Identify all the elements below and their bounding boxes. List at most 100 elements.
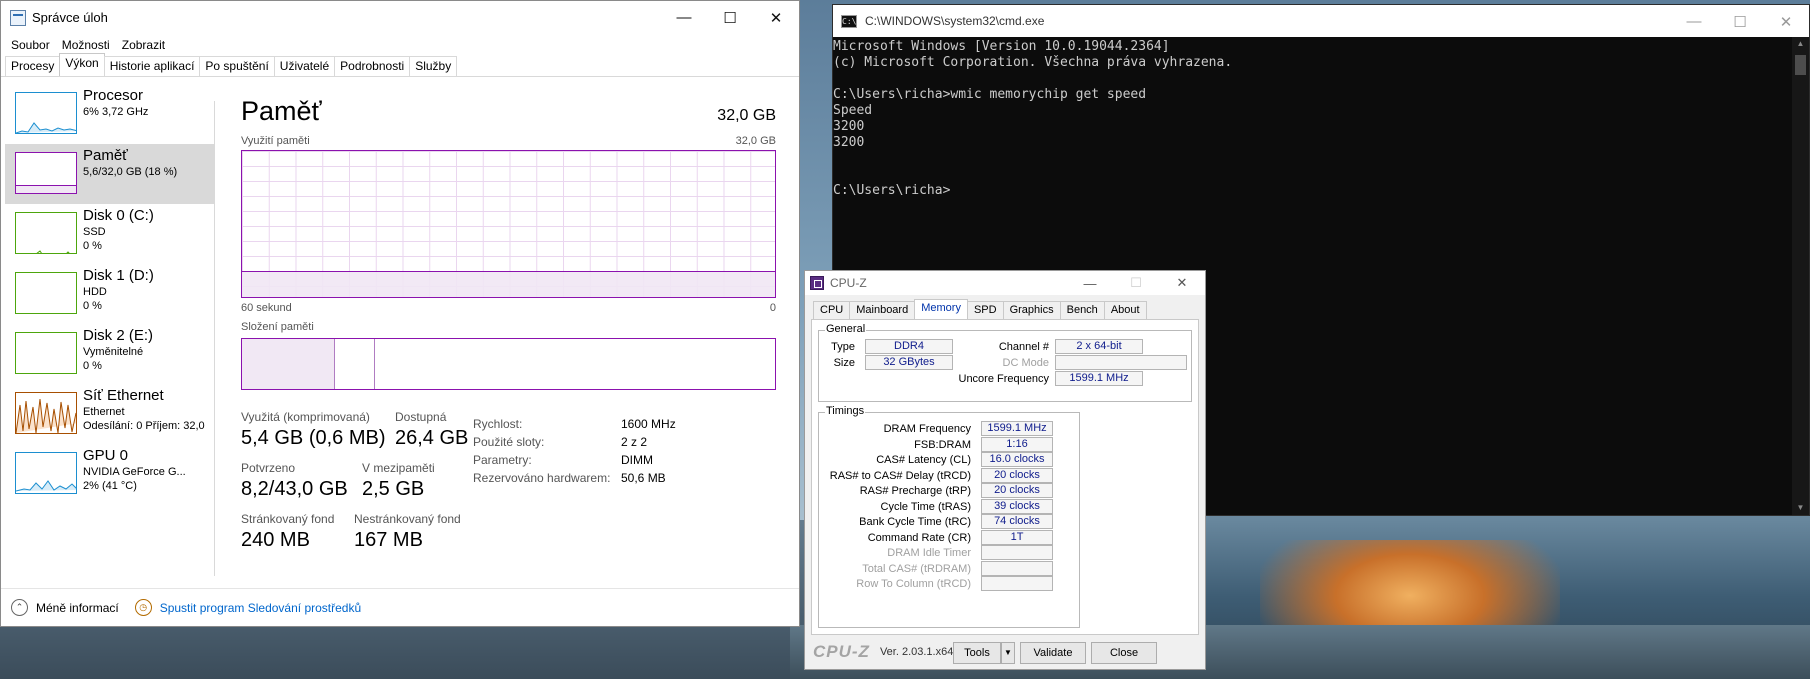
gpu-thumbnail-graph: [15, 452, 77, 494]
prop-key: Použité sloty:: [473, 435, 545, 449]
tab-graphics[interactable]: Graphics: [1002, 301, 1061, 319]
sidebar-item-ethernet[interactable]: Síť Ethernet Ethernet Odesílání: 0 Příje…: [5, 384, 215, 444]
timing-label: CAS# Latency (CL): [876, 454, 971, 466]
wallpaper-sea: [1190, 515, 1810, 679]
general-group: General Type DDR4 Size 32 GBytes Channel…: [818, 323, 1192, 402]
usage-max: 32,0 GB: [735, 135, 776, 147]
cpuz-version: Ver. 2.03.1.x64: [879, 646, 954, 658]
menu-view[interactable]: Zobrazit: [116, 38, 171, 52]
cmd-title: C:\WINDOWS\system32\cmd.exe: [865, 14, 1045, 28]
close-button[interactable]: ✕: [753, 1, 799, 34]
prop-row: Parametry: DIMM: [473, 451, 676, 469]
minimize-button[interactable]: —: [661, 1, 707, 34]
close-button[interactable]: ✕: [1159, 271, 1205, 295]
cmd-line: (c) Microsoft Corporation. Všechna práva…: [833, 55, 1233, 70]
scroll-up-icon[interactable]: ▲: [1792, 37, 1809, 51]
cpuz-bottom-bar: CPU-Z Ver. 2.03.1.x64 Tools ▼ Validate C…: [805, 635, 1205, 669]
task-manager-window[interactable]: Správce úloh — ☐ ✕ Soubor Možnosti Zobra…: [0, 0, 800, 627]
stat-nonpaged-pool: Nestránkovaný fond 167 MB: [354, 512, 461, 553]
sidebar-label: Procesor: [83, 87, 144, 104]
tab-performance[interactable]: Výkon: [59, 53, 105, 76]
stat-cached-value: 2,5 GB: [362, 478, 425, 500]
timing-value: 20 clocks: [981, 483, 1053, 498]
sidebar-item-memory[interactable]: Paměť 5,6/32,0 GB (18 %): [5, 144, 215, 204]
timing-label: DRAM Frequency: [883, 423, 971, 435]
tab-about[interactable]: About: [1103, 301, 1147, 319]
cmd-line: 3200: [833, 135, 865, 150]
resource-monitor-icon[interactable]: ◷: [134, 599, 152, 616]
maximize-button[interactable]: ☐: [707, 1, 753, 34]
tab-details[interactable]: Podrobnosti: [334, 56, 411, 76]
tools-dropdown-icon[interactable]: ▼: [1001, 642, 1015, 664]
memory-composition-bar[interactable]: [241, 338, 776, 390]
tab-spd[interactable]: SPD: [966, 301, 1004, 319]
tm-menubar: Soubor Možnosti Zobrazit: [1, 34, 799, 55]
maximize-button[interactable]: ☐: [1113, 271, 1159, 295]
validate-button[interactable]: Validate: [1020, 642, 1086, 664]
timings-group: Timings DRAM Frequency 1599.1 MHz FSB:DRAM…: [818, 405, 1080, 628]
timing-value: 74 clocks: [981, 514, 1053, 529]
maximize-button[interactable]: ☐: [1717, 5, 1763, 38]
disk0-mini-graph: [36, 250, 70, 253]
ethernet-thumbnail-graph: [15, 392, 77, 434]
graph-time-right: 0: [769, 302, 776, 314]
tab-memory[interactable]: Memory: [914, 299, 968, 319]
stat-used-label: Využitá (komprimovaná): [241, 410, 370, 424]
close-cpuz-button[interactable]: Close: [1091, 642, 1157, 664]
stat-nonpaged-value: 167 MB: [354, 529, 423, 551]
tab-processes[interactable]: Procesy: [5, 56, 61, 76]
sidebar-sub: Odesílání: 0 Příjem: 32,0: [83, 420, 205, 432]
tab-cpu[interactable]: CPU: [813, 301, 851, 319]
composition-label: Složení paměti: [241, 321, 314, 333]
tab-mainboard[interactable]: Mainboard: [849, 301, 916, 319]
channel-field: 2 x 64-bit: [1055, 339, 1143, 354]
menu-options[interactable]: Možnosti: [56, 38, 116, 52]
tools-button[interactable]: Tools: [953, 642, 1001, 664]
sidebar-item-disk2[interactable]: Disk 2 (E:) Vyměnitelné 0 %: [5, 324, 215, 384]
tab-startup[interactable]: Po spuštění: [199, 56, 275, 76]
memory-usage-fill: [242, 270, 775, 297]
timing-label: Cycle Time (tRAS): [880, 500, 971, 513]
minimize-button[interactable]: —: [1067, 271, 1113, 295]
sidebar-item-disk0[interactable]: Disk 0 (C:) SSD 0 %: [5, 204, 215, 264]
cpuz-titlebar[interactable]: CPU-Z — ☐ ✕: [805, 271, 1205, 295]
cmd-scrollbar[interactable]: ▲ ▼: [1792, 37, 1809, 515]
sidebar-sub: 0 %: [83, 240, 102, 252]
sidebar-item-disk1[interactable]: Disk 1 (D:) HDD 0 %: [5, 264, 215, 324]
minimize-button[interactable]: —: [1671, 5, 1717, 38]
tab-services[interactable]: Služby: [409, 56, 458, 76]
scroll-down-icon[interactable]: ▼: [1792, 501, 1809, 515]
sidebar-sub: 0 %: [83, 360, 102, 372]
size-field: 32 GBytes: [865, 355, 953, 370]
gpu-mini-graph: [16, 480, 76, 492]
sidebar-label: GPU 0: [83, 447, 129, 464]
tab-bench[interactable]: Bench: [1059, 301, 1105, 319]
fewer-details-link[interactable]: Méně informací: [36, 601, 119, 615]
stat-paged-label: Stránkovaný fond: [241, 512, 335, 526]
scrollbar-thumb[interactable]: [1795, 55, 1806, 75]
menu-file[interactable]: Soubor: [5, 38, 56, 52]
timing-label: RAS# Precharge (tRP): [859, 485, 971, 497]
cmd-output[interactable]: Microsoft Windows [Version 10.0.19044.23…: [833, 37, 1809, 199]
stat-paged-pool: Stránkovaný fond 240 MB: [241, 512, 334, 553]
size-label: Size: [833, 357, 855, 369]
tab-users[interactable]: Uživatelé: [273, 56, 336, 76]
dc-mode-field: [1055, 355, 1187, 370]
tm-performance-panel: Procesor 6% 3,72 GHz Paměť 5,6/32,0 GB (…: [1, 78, 799, 588]
tm-titlebar[interactable]: Správce úloh — ☐ ✕: [1, 1, 799, 34]
close-button[interactable]: ✕: [1763, 5, 1809, 38]
open-resource-monitor-link[interactable]: Spustit program Sledování prostředků: [160, 601, 361, 615]
tab-app-history[interactable]: Historie aplikací: [103, 56, 201, 76]
wallpaper-sunset-glow: [1260, 540, 1560, 679]
stat-committed-value: 8,2/43,0 GB: [241, 478, 348, 500]
prop-value: 50,6 MB: [621, 471, 666, 485]
sidebar-item-cpu[interactable]: Procesor 6% 3,72 GHz: [5, 84, 215, 144]
sidebar-item-gpu[interactable]: GPU 0 NVIDIA GeForce G... 2% (41 °C): [5, 444, 215, 504]
memory-properties: Rychlost: 1600 MHz Použité sloty: 2 z 2 Pa…: [473, 415, 676, 487]
memory-total: 32,0 GB: [717, 107, 776, 124]
cmd-titlebar[interactable]: C:\ C:\WINDOWS\system32\cmd.exe — ☐ ✕: [833, 5, 1809, 37]
cpuz-window[interactable]: CPU-Z — ☐ ✕ CPU Mainboard Memory SPD Gra…: [804, 270, 1206, 670]
chevron-up-icon[interactable]: ⌃: [11, 599, 28, 616]
cmd-line: [833, 71, 1809, 87]
cpu-mini-graph: [16, 122, 76, 133]
